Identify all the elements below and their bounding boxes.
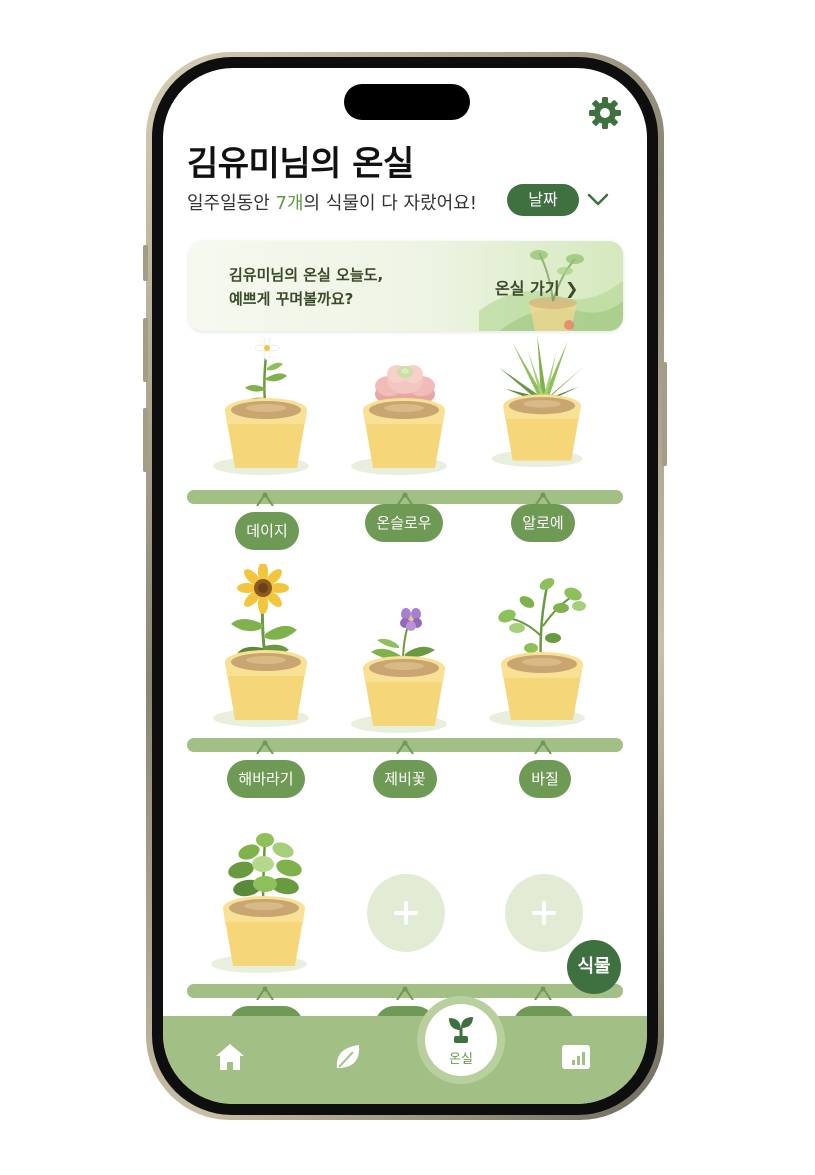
date-filter-button[interactable]: 날짜 bbox=[507, 184, 579, 216]
violet-plant[interactable] bbox=[349, 596, 459, 736]
subtitle-count: 7개 bbox=[275, 193, 304, 214]
nav-greenhouse-circle: 온실 bbox=[425, 1004, 497, 1076]
go-to-greenhouse-link[interactable]: 온실 가기 ❯ bbox=[495, 275, 578, 299]
volume-up-button bbox=[143, 318, 148, 382]
power-button bbox=[662, 362, 667, 466]
tag-hook bbox=[534, 986, 552, 1000]
home-icon[interactable] bbox=[213, 1040, 247, 1074]
sprout-icon bbox=[449, 1017, 473, 1043]
sunflower-plant[interactable] bbox=[211, 564, 321, 730]
plant-tag-daisy[interactable]: 데이지 bbox=[235, 512, 299, 550]
plant-tag-basil[interactable]: 바질 bbox=[519, 760, 571, 798]
gear-icon[interactable] bbox=[587, 95, 623, 131]
tag-hook bbox=[256, 492, 274, 506]
plant-fab-button[interactable]: 식물 bbox=[567, 940, 621, 994]
plant-tag-sunflower[interactable]: 해바라기 bbox=[227, 760, 305, 798]
tag-hook bbox=[256, 986, 274, 1000]
tag-hook bbox=[256, 740, 274, 754]
banner-line-1: 김유미님의 온실 오늘도, bbox=[229, 266, 384, 284]
add-plant-button[interactable] bbox=[505, 874, 583, 952]
app-screen: 김유미님의 온실 일주일동안 7개의 식물이 다 자랐어요! 날짜 김유미님의 … bbox=[163, 68, 647, 1104]
tag-hook bbox=[396, 740, 414, 754]
nav-greenhouse-label: 온실 bbox=[449, 1052, 473, 1067]
plant-tag-succulent[interactable]: 온슬로우 bbox=[365, 504, 443, 542]
subtitle-prefix: 일주일동안 bbox=[187, 193, 276, 214]
greenhouse-banner[interactable]: 김유미님의 온실 오늘도, 예쁘게 꾸며볼까요? 온실 가기 ❯ bbox=[189, 241, 623, 331]
basil-plant[interactable] bbox=[487, 566, 597, 730]
chart-icon[interactable] bbox=[559, 1040, 593, 1074]
subtitle-suffix: 의 식물이 다 자랐어요! bbox=[303, 193, 477, 214]
add-plant-button[interactable] bbox=[367, 874, 445, 952]
volume-down-button bbox=[143, 408, 148, 472]
tag-hook bbox=[396, 986, 414, 1000]
chevron-down-icon[interactable] bbox=[586, 190, 610, 210]
page-title: 김유미님의 온실 bbox=[187, 144, 414, 184]
leaf-icon[interactable] bbox=[331, 1040, 365, 1074]
banner-message: 김유미님의 온실 오늘도, 예쁘게 꾸며볼까요? bbox=[229, 263, 383, 311]
plant-tag-violet[interactable]: 제비꽃 bbox=[373, 760, 437, 798]
banner-line-2: 예쁘게 꾸며볼까요? bbox=[229, 290, 354, 308]
plant-tag-aloe[interactable]: 알로에 bbox=[511, 504, 575, 542]
nav-greenhouse-tab[interactable]: 온실 bbox=[417, 996, 505, 1084]
tag-hook bbox=[534, 740, 552, 754]
aloe-plant[interactable] bbox=[487, 330, 597, 470]
page-subtitle: 일주일동안 7개의 식물이 다 자랐어요! bbox=[187, 189, 477, 215]
succulent-plant[interactable] bbox=[349, 338, 459, 478]
dynamic-island bbox=[344, 84, 470, 120]
mute-switch bbox=[143, 245, 148, 281]
bottom-nav bbox=[163, 1016, 647, 1104]
leafy-plant[interactable] bbox=[209, 828, 319, 976]
daisy-plant[interactable] bbox=[211, 338, 321, 478]
